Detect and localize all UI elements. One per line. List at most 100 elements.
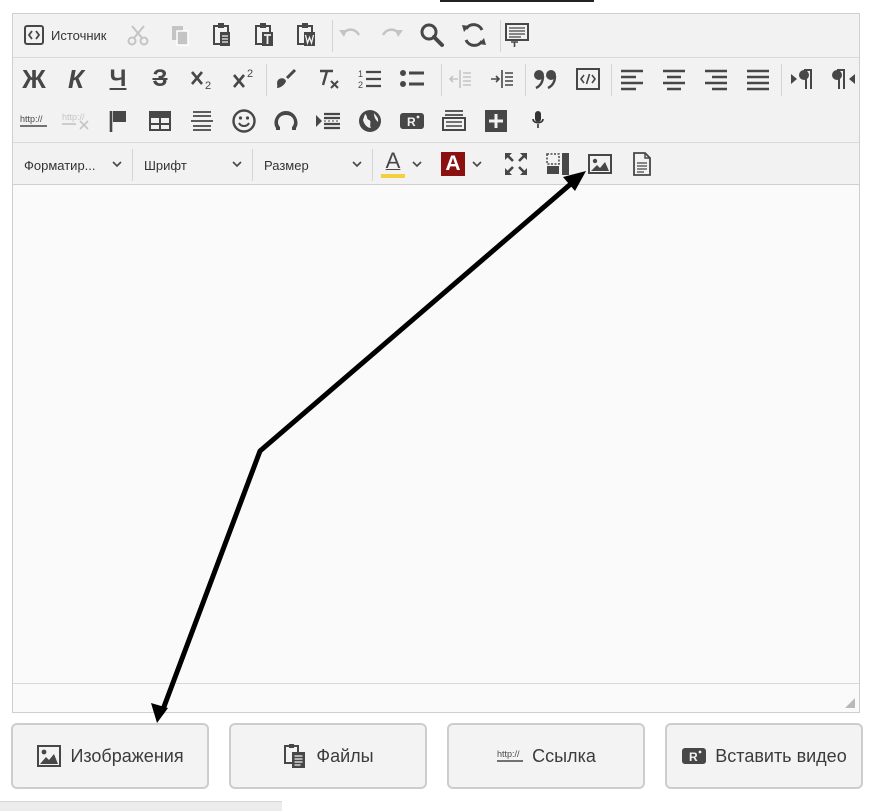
clear-format-icon [320,69,339,89]
decrease-indent-button[interactable] [443,62,477,96]
table-icon [149,111,171,131]
toolbar-row-2: Ж К Ч З 2 2 12 [13,57,859,100]
undo-button[interactable] [333,18,367,52]
outdent-icon [448,70,471,88]
special-char-button[interactable] [269,104,303,138]
insert-files-label: Файлы [316,745,374,766]
text-color-glyph: A [385,148,401,173]
microphone-icon [532,111,544,128]
justify-icon [747,69,769,91]
show-blocks-button[interactable] [541,147,575,181]
toolbar-separator [611,64,612,96]
paste-word-button[interactable] [289,18,323,52]
link-button[interactable]: http:// [17,104,51,138]
svg-text:2: 2 [358,80,363,90]
bold-button[interactable]: Ж [17,62,51,96]
italic-glyph: К [68,64,84,94]
top-rule [440,0,594,2]
replace-button[interactable] [457,18,491,52]
blockquote-button[interactable] [529,62,563,96]
superscript-button[interactable]: 2 [227,62,261,96]
maximize-button[interactable] [499,147,533,181]
anchor-button[interactable] [101,104,135,138]
document-button[interactable] [625,147,659,181]
text-direction-ltr-button[interactable] [785,62,819,96]
numbered-list-button[interactable]: 12 [353,62,387,96]
numbered-list-icon: 12 [358,69,381,90]
smiley-button[interactable] [227,104,261,138]
insert-files-button[interactable]: Файлы [229,723,427,789]
text-direction-rtl-button[interactable] [827,62,861,96]
paste-button[interactable] [205,18,239,52]
chevron-down-icon [112,161,122,168]
source-code-icon [24,25,44,45]
strikethrough-button[interactable]: З [143,62,177,96]
link-icon: http:// [497,749,524,762]
remove-format-button[interactable] [311,62,345,96]
font-dropdown-label: Шрифт [144,157,187,173]
table-button[interactable] [143,104,177,138]
spoiler-button[interactable] [437,104,471,138]
align-left-button[interactable] [615,62,649,96]
video-glyph: R [407,115,416,129]
justify-button[interactable] [741,62,775,96]
insert-images-label: Изображения [70,745,184,766]
font-dropdown[interactable]: Шрифт [133,149,253,181]
paste-text-icon [255,23,273,46]
size-dropdown[interactable]: Размер [253,149,373,181]
source-button[interactable]: Источник [17,18,109,52]
align-right-button[interactable] [699,62,733,96]
spoiler-icon [442,110,466,131]
toolbar-separator [781,64,782,96]
video-badge-icon: R [682,748,707,764]
toolbar-separator [441,64,442,96]
toolbar-separator [525,64,526,96]
link-icon-text: http:// [497,749,520,759]
cut-button[interactable] [121,18,155,52]
underline-button[interactable]: Ч [101,62,135,96]
resize-grip-icon[interactable] [844,697,856,709]
editor-statusbar [13,683,859,712]
refresh-icon [462,23,486,47]
text-color-button[interactable]: A [377,147,427,181]
quote-icon [534,70,557,90]
find-button[interactable] [415,18,449,52]
search-icon [420,23,444,47]
paste-text-button[interactable] [247,18,281,52]
editor-content-area[interactable] [13,185,859,685]
align-center-button[interactable] [657,62,691,96]
paste-word-icon [297,23,315,46]
italic-button[interactable]: К [59,62,93,96]
background-color-button[interactable]: A [437,147,487,181]
templates-button[interactable] [500,18,534,52]
insert-video-button[interactable]: R Вставить видео [665,723,863,789]
code-snippet-button[interactable] [571,62,605,96]
bulleted-list-button[interactable] [395,62,429,96]
unlink-icon: http:// [62,112,89,130]
insert-link-button[interactable]: http:// Ссылка [447,723,645,789]
size-dropdown-label: Размер [264,157,309,173]
background-color-icon: A [441,152,465,176]
image-icon [37,745,62,767]
toolbar-row-3: http:// http:// R [13,100,859,142]
horizontal-rule-button[interactable] [185,104,219,138]
copy-format-button[interactable] [269,62,303,96]
increase-indent-button[interactable] [485,62,519,96]
insert-images-button[interactable]: Изображения [11,723,209,789]
subscript-button[interactable]: 2 [185,62,219,96]
toolbar-row-1: Источник [13,14,859,56]
iframe-button[interactable] [353,104,387,138]
add-block-button[interactable] [479,104,513,138]
rtl-icon [832,69,855,89]
unlink-button[interactable]: http:// [59,104,93,138]
format-dropdown[interactable]: Форматир... [13,149,133,181]
page-break-button[interactable] [311,104,345,138]
copy-button[interactable] [163,18,197,52]
insert-image-button[interactable] [583,147,617,181]
chevron-down-icon [472,161,482,168]
embed-video-button[interactable]: R [395,104,429,138]
voice-input-button[interactable] [521,104,555,138]
strike-glyph: З [152,65,168,92]
align-right-icon [705,69,727,91]
redo-button[interactable] [375,18,409,52]
